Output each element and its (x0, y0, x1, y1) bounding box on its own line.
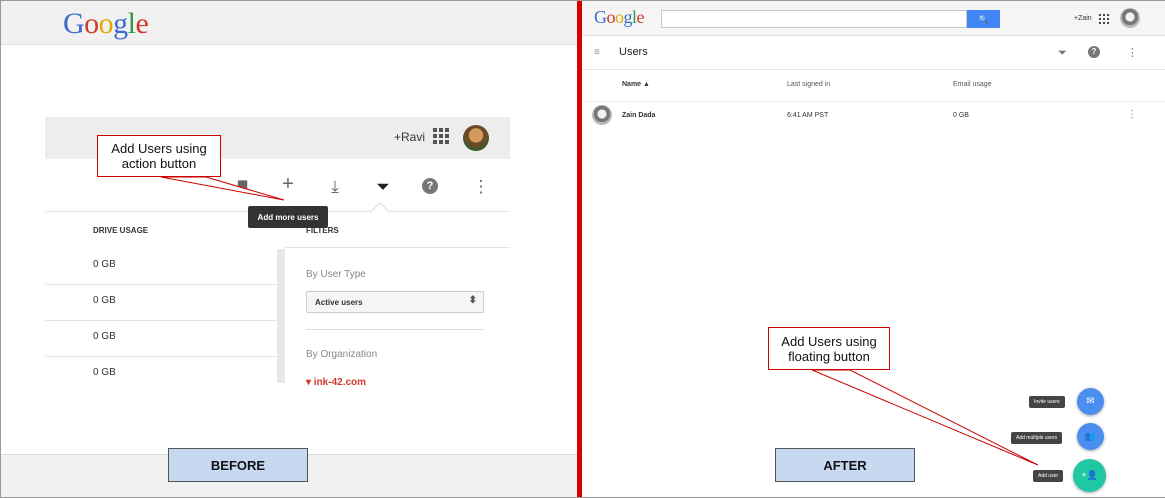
filter-icon[interactable]: ⏷ (1058, 47, 1067, 60)
floating-button-callout: Add Users using floating button (768, 327, 890, 370)
add-multiple-users-label: Add multiple users (1011, 432, 1063, 444)
group-icon: 👥 (1084, 431, 1097, 441)
before-label: BEFORE (168, 448, 308, 482)
page-header (582, 36, 1165, 70)
last-signed-in-column-header[interactable]: Last signed in (787, 81, 830, 88)
table-row[interactable]: 0 GB (45, 321, 277, 357)
divider (285, 247, 510, 248)
filter-icon[interactable]: ⏷ (373, 177, 393, 197)
add-person-icon: +👤 (1081, 470, 1098, 480)
add-users-icon[interactable]: + (278, 173, 298, 196)
drive-usage-cell: 0 GB (93, 259, 116, 270)
divider (306, 329, 484, 330)
before-panel: Google +Ravi ▮▮ + ⤓ ⏷ ? ⋮ Add more users… (1, 1, 577, 497)
table-row[interactable]: 0 GB (45, 249, 277, 285)
add-multiple-users-fab[interactable]: 👥 (1077, 423, 1104, 450)
after-label: AFTER (775, 448, 915, 482)
filter-panel-caret (370, 202, 390, 222)
add-user-label: Add user (1033, 470, 1064, 482)
drive-usage-cell: 0 GB (93, 367, 116, 378)
apps-grid-icon[interactable] (433, 128, 449, 144)
table-row[interactable]: 0 GB (45, 357, 277, 393)
add-more-users-tooltip: Add more users (248, 206, 328, 228)
drive-usage-cell: 0 GB (93, 295, 116, 306)
table-row[interactable] (582, 101, 1165, 131)
select-value: Active users (315, 298, 363, 307)
apps-grid-icon[interactable] (1099, 14, 1109, 24)
last-signed-in-cell: 6:41 AM PST (787, 112, 829, 119)
help-icon[interactable]: ? (1088, 46, 1100, 58)
menu-icon[interactable]: ≡ (594, 47, 600, 58)
google-logo[interactable]: Google (594, 7, 644, 28)
avatar[interactable] (463, 125, 489, 151)
invite-users-fab[interactable]: ✉ (1077, 388, 1104, 415)
organization-item[interactable]: ▾ ink-42.com (306, 377, 366, 385)
mail-icon: ✉ (1086, 396, 1095, 407)
after-panel: Google 🔍 +Zain ≡ Users ⏷ ? ⋮ Name ▲ Last… (582, 1, 1165, 497)
help-icon[interactable]: ? (422, 178, 438, 194)
google-logo[interactable]: Google (63, 7, 149, 41)
chart-icon[interactable]: ▮▮ (231, 177, 251, 193)
by-user-type-label: By User Type (306, 269, 366, 280)
user-name-cell[interactable]: Zain Dada (622, 112, 655, 119)
user-type-select[interactable]: Active users ⬍ (306, 291, 484, 313)
drive-usage-header[interactable]: DRIVE USAGE (93, 226, 148, 235)
more-icon[interactable]: ⋮ (1127, 46, 1138, 59)
search-icon[interactable]: 🔍 (967, 10, 1000, 28)
by-organization-label: By Organization (306, 349, 378, 360)
name-column-header[interactable]: Name ▲ (622, 81, 650, 88)
invite-users-label: Invite users (1029, 396, 1065, 408)
page-title: Users (619, 46, 648, 58)
avatar[interactable] (1120, 8, 1140, 28)
scrollbar[interactable] (277, 249, 285, 383)
search-input[interactable] (661, 10, 967, 28)
avatar (592, 105, 612, 125)
account-name[interactable]: +Zain (1074, 15, 1092, 22)
email-usage-cell: 0 GB (953, 112, 969, 119)
select-arrows-icon: ⬍ (468, 295, 477, 306)
callout-arrow (811, 369, 1039, 466)
table-row[interactable]: 0 GB (45, 285, 277, 321)
drive-usage-cell: 0 GB (93, 331, 116, 342)
email-usage-column-header[interactable]: Email usage (953, 81, 992, 88)
action-button-callout: Add Users using action button (97, 135, 221, 177)
download-icon[interactable]: ⤓ (325, 177, 345, 197)
more-icon[interactable]: ⋮ (471, 177, 491, 197)
filters-header: FILTERS (306, 226, 339, 235)
row-more-icon[interactable]: ⋮ (1127, 109, 1137, 120)
comparison-frame: Google +Ravi ▮▮ + ⤓ ⏷ ? ⋮ Add more users… (0, 0, 1165, 498)
account-name[interactable]: +Ravi (394, 130, 425, 144)
add-user-fab[interactable]: +👤 (1073, 459, 1106, 492)
